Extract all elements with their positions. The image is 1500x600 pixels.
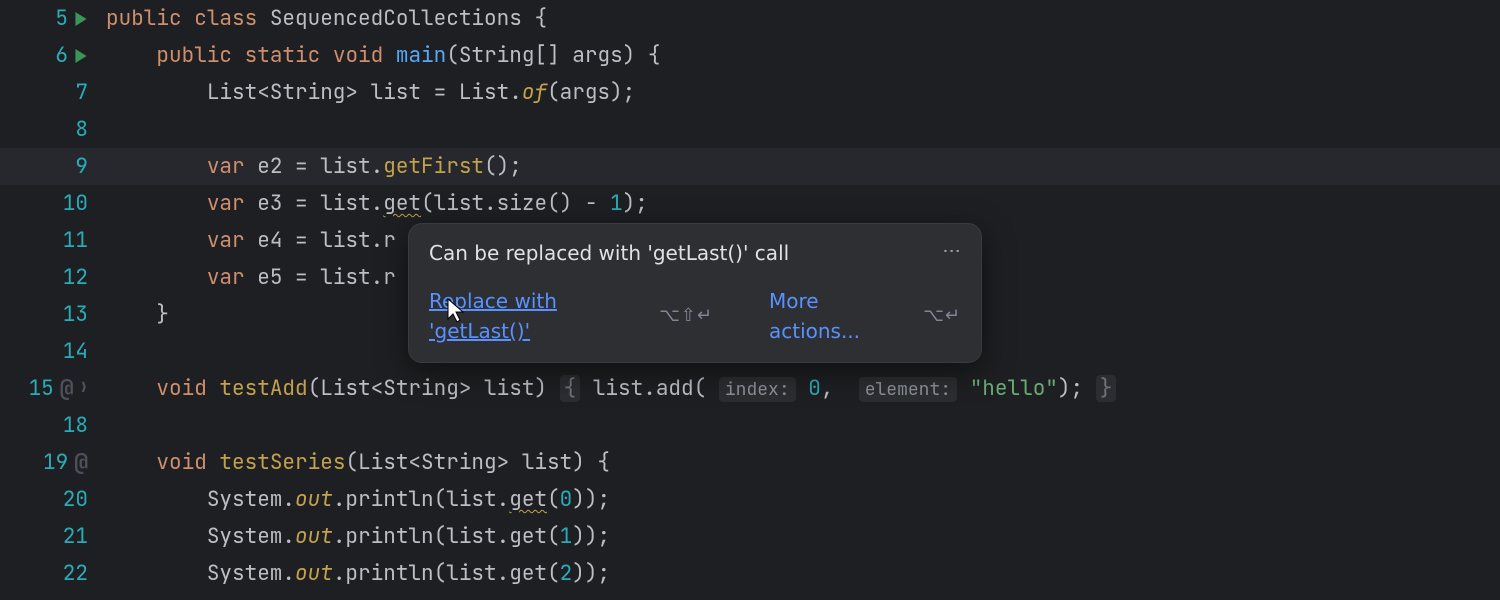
line-number: 22 (63, 555, 88, 592)
gutter-row: 6 (0, 37, 96, 74)
shortcut-hint: ⌥⇧↵ (659, 301, 713, 331)
code-line: System.out.println(list.get(2)); (106, 555, 1500, 592)
line-number: 11 (63, 222, 88, 259)
line-number: 7 (66, 74, 88, 111)
gutter-row: 7 (0, 74, 96, 111)
more-actions-link[interactable]: More actions... (769, 286, 895, 346)
line-number: 14 (63, 333, 88, 370)
code-line: System.out.println(list.get(1)); (106, 518, 1500, 555)
annotation-icon[interactable]: @ (74, 444, 88, 481)
run-icon[interactable] (74, 49, 88, 63)
code-line (106, 407, 1500, 444)
line-number: 21 (63, 518, 88, 555)
line-number: 9 (66, 148, 88, 185)
annotation-icon[interactable]: @ (60, 370, 74, 407)
line-number: 13 (63, 296, 88, 333)
line-number: 8 (66, 111, 88, 148)
tooltip-title: Can be replaced with 'getLast()' call (429, 238, 789, 268)
param-hint: element: (859, 377, 957, 402)
gutter-row: 22 (0, 555, 96, 592)
gutter: 5 6 7 8 9 10 11 12 13 14 15@❯ 18 19@ 20 … (0, 0, 96, 600)
code-line (106, 111, 1500, 148)
gutter-row: 8 (0, 111, 96, 148)
line-number: 10 (63, 185, 88, 222)
gutter-row: 5 (0, 0, 96, 37)
run-icon[interactable] (74, 12, 88, 26)
code-line: System.out.println(list.get(0)); (106, 481, 1500, 518)
gutter-row: 21 (0, 518, 96, 555)
line-number: 5 (46, 0, 68, 37)
code-line: void testSeries(List<String> list) { (106, 444, 1500, 481)
line-number: 15 (29, 370, 54, 407)
gutter-row: 12 (0, 259, 96, 296)
code-line: public static void main(String[] args) { (106, 37, 1500, 74)
gutter-row: 14 (0, 333, 96, 370)
code-line: var e3 = list.get(list.size() - 1); (106, 185, 1500, 222)
line-number: 18 (63, 407, 88, 444)
code-line: void testAdd(List<String> list) { list.a… (106, 370, 1500, 407)
quickfix-primary-link[interactable]: Replace with 'getLast()' (429, 286, 631, 346)
gutter-row: 11 (0, 222, 96, 259)
line-number: 19 (43, 444, 68, 481)
kebab-menu-icon[interactable]: ⋮ (941, 238, 961, 264)
gutter-row: 9 (0, 148, 96, 185)
fold-brace[interactable]: } (1096, 375, 1117, 402)
code-line: public class SequencedCollections { (106, 0, 1500, 37)
gutter-row: 15@❯ (0, 370, 96, 407)
fold-brace[interactable]: { (560, 375, 581, 402)
gutter-row: 13 (0, 296, 96, 333)
shortcut-hint: ⌥↵ (923, 301, 961, 331)
gutter-row: 20 (0, 481, 96, 518)
code-editor[interactable]: 5 6 7 8 9 10 11 12 13 14 15@❯ 18 19@ 20 … (0, 0, 1500, 600)
gutter-row: 19@ (0, 444, 96, 481)
inspection-tooltip: Can be replaced with 'getLast()' call ⋮ … (408, 223, 982, 363)
code-line: var e2 = list.getFirst(); (106, 148, 1500, 185)
code-line: List<String> list = List.of(args); (106, 74, 1500, 111)
gutter-row: 10 (0, 185, 96, 222)
line-number: 6 (46, 37, 68, 74)
line-number: 20 (63, 481, 88, 518)
gutter-row: 18 (0, 407, 96, 444)
line-number: 12 (63, 259, 88, 296)
chevron-right-icon[interactable]: ❯ (80, 370, 88, 407)
param-hint: index: (719, 377, 796, 402)
